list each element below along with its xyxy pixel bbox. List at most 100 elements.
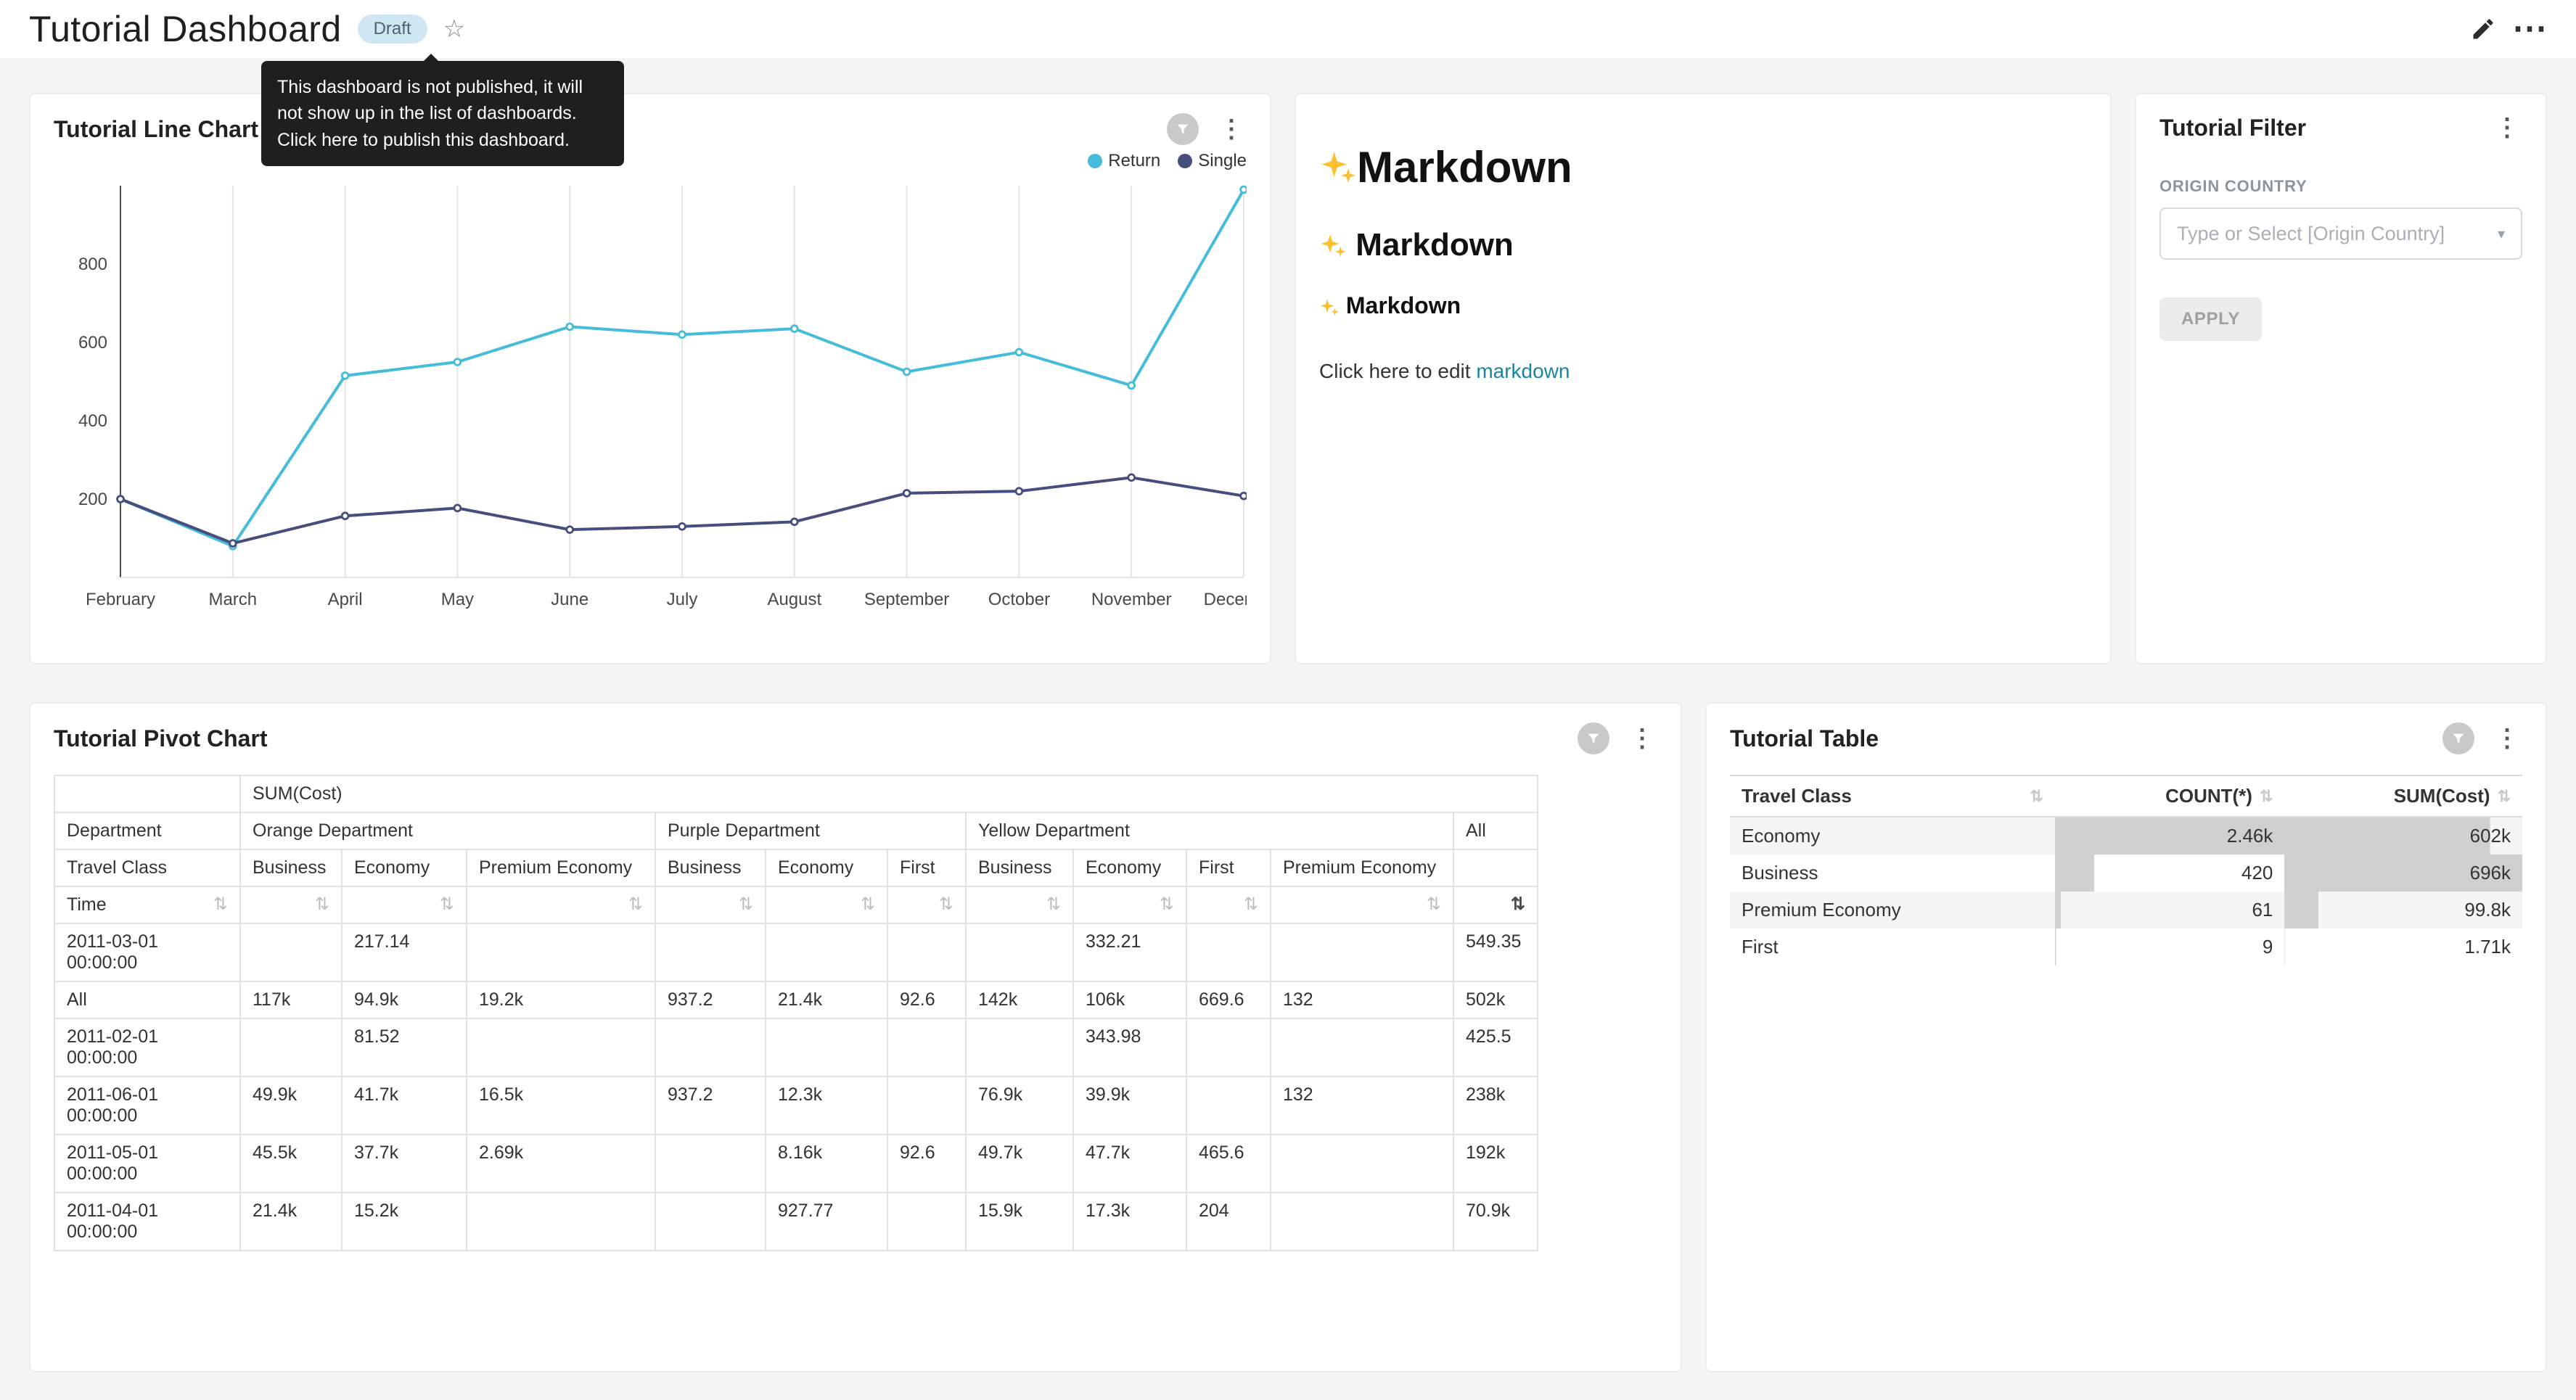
- draft-badge[interactable]: Draft: [358, 15, 427, 44]
- pivot-cell: 81.52: [342, 1018, 467, 1076]
- count-cell: 420: [2055, 855, 2285, 892]
- pivot-row: All117k94.9k19.2k937.221.4k92.6142k106k6…: [54, 981, 1538, 1018]
- legend-item[interactable]: Return: [1088, 151, 1160, 171]
- sort-toggle-icon[interactable]: ⇅: [1427, 894, 1441, 915]
- markdown-edit-link[interactable]: markdown: [1476, 360, 1570, 382]
- pivot-cell: 217.14: [342, 923, 467, 981]
- sort-toggle-icon[interactable]: ⇅: [213, 894, 228, 915]
- pivot-cell: [467, 1193, 655, 1251]
- pivot-cell: 49.7k: [966, 1135, 1073, 1193]
- pivot-table-container: SUM(Cost)DepartmentOrange DepartmentPurp…: [54, 775, 1657, 1251]
- pivot-row-label: 2011-06-01 00:00:00: [54, 1076, 240, 1135]
- pivot-row: 2011-06-01 00:00:0049.9k41.7k16.5k937.21…: [54, 1076, 1538, 1135]
- pivot-cell: 21.4k: [240, 1193, 342, 1251]
- pivot-class-header: Premium Economy: [467, 849, 655, 886]
- sort-toggle-icon[interactable]: ⇅: [1511, 894, 1525, 915]
- pivot-cell: [240, 923, 342, 981]
- cross-filter-icon[interactable]: [1578, 722, 1609, 754]
- edit-dashboard-icon[interactable]: [2470, 16, 2496, 42]
- pivot-group-header: Yellow Department: [966, 812, 1453, 849]
- filter-kebab-icon[interactable]: ⋮: [2492, 113, 2522, 142]
- sort-toggle-icon[interactable]: ⇅: [440, 894, 454, 915]
- pivot-group-header: Orange Department: [240, 812, 655, 849]
- pivot-sort-cell: ⇅: [1271, 886, 1453, 923]
- cross-filter-icon[interactable]: [2442, 722, 2474, 754]
- markdown-body: Click here to edit markdown: [1319, 360, 2087, 383]
- cross-filter-icon[interactable]: [1167, 113, 1199, 145]
- pivot-cell: 2.69k: [467, 1135, 655, 1193]
- pivot-cell: [766, 1018, 887, 1076]
- pivot-row: 2011-05-01 00:00:0045.5k37.7k2.69k8.16k9…: [54, 1135, 1538, 1193]
- data-table-container: Travel Class⇅COUNT(*)⇅SUM(Cost)⇅Economy2…: [1730, 775, 2522, 965]
- pivot-sub-dimension: Travel Class: [54, 849, 240, 886]
- pivot-sort-cell: ⇅: [655, 886, 766, 923]
- pivot-row-label: All: [54, 981, 240, 1018]
- sort-toggle-icon[interactable]: ⇅: [1160, 894, 1174, 915]
- pivot-cell: [655, 1135, 766, 1193]
- favorite-star-icon[interactable]: ☆: [443, 15, 465, 44]
- chevron-down-icon: ▾: [2498, 225, 2505, 243]
- travel-class-cell: Business: [1730, 855, 2055, 892]
- table-row: Premium Economy6199.8k: [1730, 892, 2522, 928]
- pivot-row-label: 2011-05-01 00:00:00: [54, 1135, 240, 1193]
- pivot-cell: 21.4k: [766, 981, 887, 1018]
- sum-cell: 602k: [2284, 817, 2522, 855]
- pivot-cell: 937.2: [655, 1076, 766, 1135]
- table-column-header[interactable]: COUNT(*)⇅: [2055, 775, 2285, 817]
- pivot-cell: [655, 923, 766, 981]
- pivot-cell: 70.9k: [1453, 1193, 1538, 1251]
- sort-toggle-icon[interactable]: ⇅: [939, 894, 953, 915]
- pivot-cell: 937.2: [655, 981, 766, 1018]
- origin-country-select[interactable]: Type or Select [Origin Country] ▾: [2159, 207, 2522, 260]
- unpublished-tooltip: This dashboard is not published, it will…: [261, 61, 624, 166]
- sort-toggle-icon[interactable]: ⇅: [1046, 894, 1061, 915]
- markdown-heading-1: Markdown: [1319, 142, 2087, 192]
- svg-text:July: July: [667, 590, 698, 609]
- sparkles-icon: [1319, 232, 1347, 260]
- pivot-sort-cell: ⇅: [467, 886, 655, 923]
- svg-text:March: March: [208, 590, 257, 609]
- dashboard-header: Tutorial Dashboard Draft ☆ ⋯: [0, 0, 2576, 58]
- count-cell: 61: [2055, 892, 2285, 928]
- chart-kebab-icon[interactable]: ⋮: [1216, 115, 1247, 144]
- pivot-row-label: 2011-02-01 00:00:00: [54, 1018, 240, 1076]
- sort-toggle-icon[interactable]: ⇅: [861, 894, 875, 915]
- table-row: First91.71k: [1730, 928, 2522, 965]
- pivot-cell: [1186, 1018, 1271, 1076]
- pivot-cell: 238k: [1453, 1076, 1538, 1135]
- legend-item[interactable]: Single: [1178, 151, 1247, 171]
- sort-toggle-icon[interactable]: ⇅: [1244, 894, 1258, 915]
- origin-country-label: ORIGIN COUNTRY: [2159, 177, 2522, 196]
- sort-icon: ⇅: [2260, 787, 2273, 806]
- pivot-row: 2011-03-01 00:00:00217.14332.21549.35: [54, 923, 1538, 981]
- table-column-header[interactable]: Travel Class⇅: [1730, 775, 2055, 817]
- pivot-sort-cell: ⇅: [966, 886, 1073, 923]
- chart-kebab-icon[interactable]: ⋮: [1627, 724, 1657, 753]
- pivot-cell: 39.9k: [1073, 1076, 1186, 1135]
- markdown-heading-3: Markdown: [1319, 292, 2087, 319]
- pivot-cell: 47.7k: [1073, 1135, 1186, 1193]
- sort-toggle-icon[interactable]: ⇅: [315, 894, 329, 915]
- sort-toggle-icon[interactable]: ⇅: [739, 894, 753, 915]
- pivot-class-header: Economy: [766, 849, 887, 886]
- pivot-cell: 76.9k: [966, 1076, 1073, 1135]
- chart-kebab-icon[interactable]: ⋮: [2492, 724, 2522, 753]
- pivot-cell: [1271, 1018, 1453, 1076]
- pivot-cell: [966, 923, 1073, 981]
- table-column-header[interactable]: SUM(Cost)⇅: [2284, 775, 2522, 817]
- sort-toggle-icon[interactable]: ⇅: [628, 894, 643, 915]
- pivot-col-dimension: Department: [54, 812, 240, 849]
- table-header: Tutorial Table ⋮: [1730, 722, 2522, 754]
- pivot-sort-cell: ⇅: [887, 886, 966, 923]
- line-chart-title: Tutorial Line Chart: [54, 116, 258, 143]
- apply-button[interactable]: APPLY: [2159, 297, 2262, 341]
- sparkles-icon: [1319, 297, 1340, 318]
- pivot-cell: [655, 1018, 766, 1076]
- pivot-cell: 12.3k: [766, 1076, 887, 1135]
- pivot-class-header: Economy: [342, 849, 467, 886]
- pivot-class-header: Premium Economy: [1271, 849, 1453, 886]
- more-actions-icon[interactable]: ⋯: [2512, 12, 2547, 46]
- pivot-cell: [966, 1018, 1073, 1076]
- pivot-row-label: 2011-03-01 00:00:00: [54, 923, 240, 981]
- pivot-cell: 425.5: [1453, 1018, 1538, 1076]
